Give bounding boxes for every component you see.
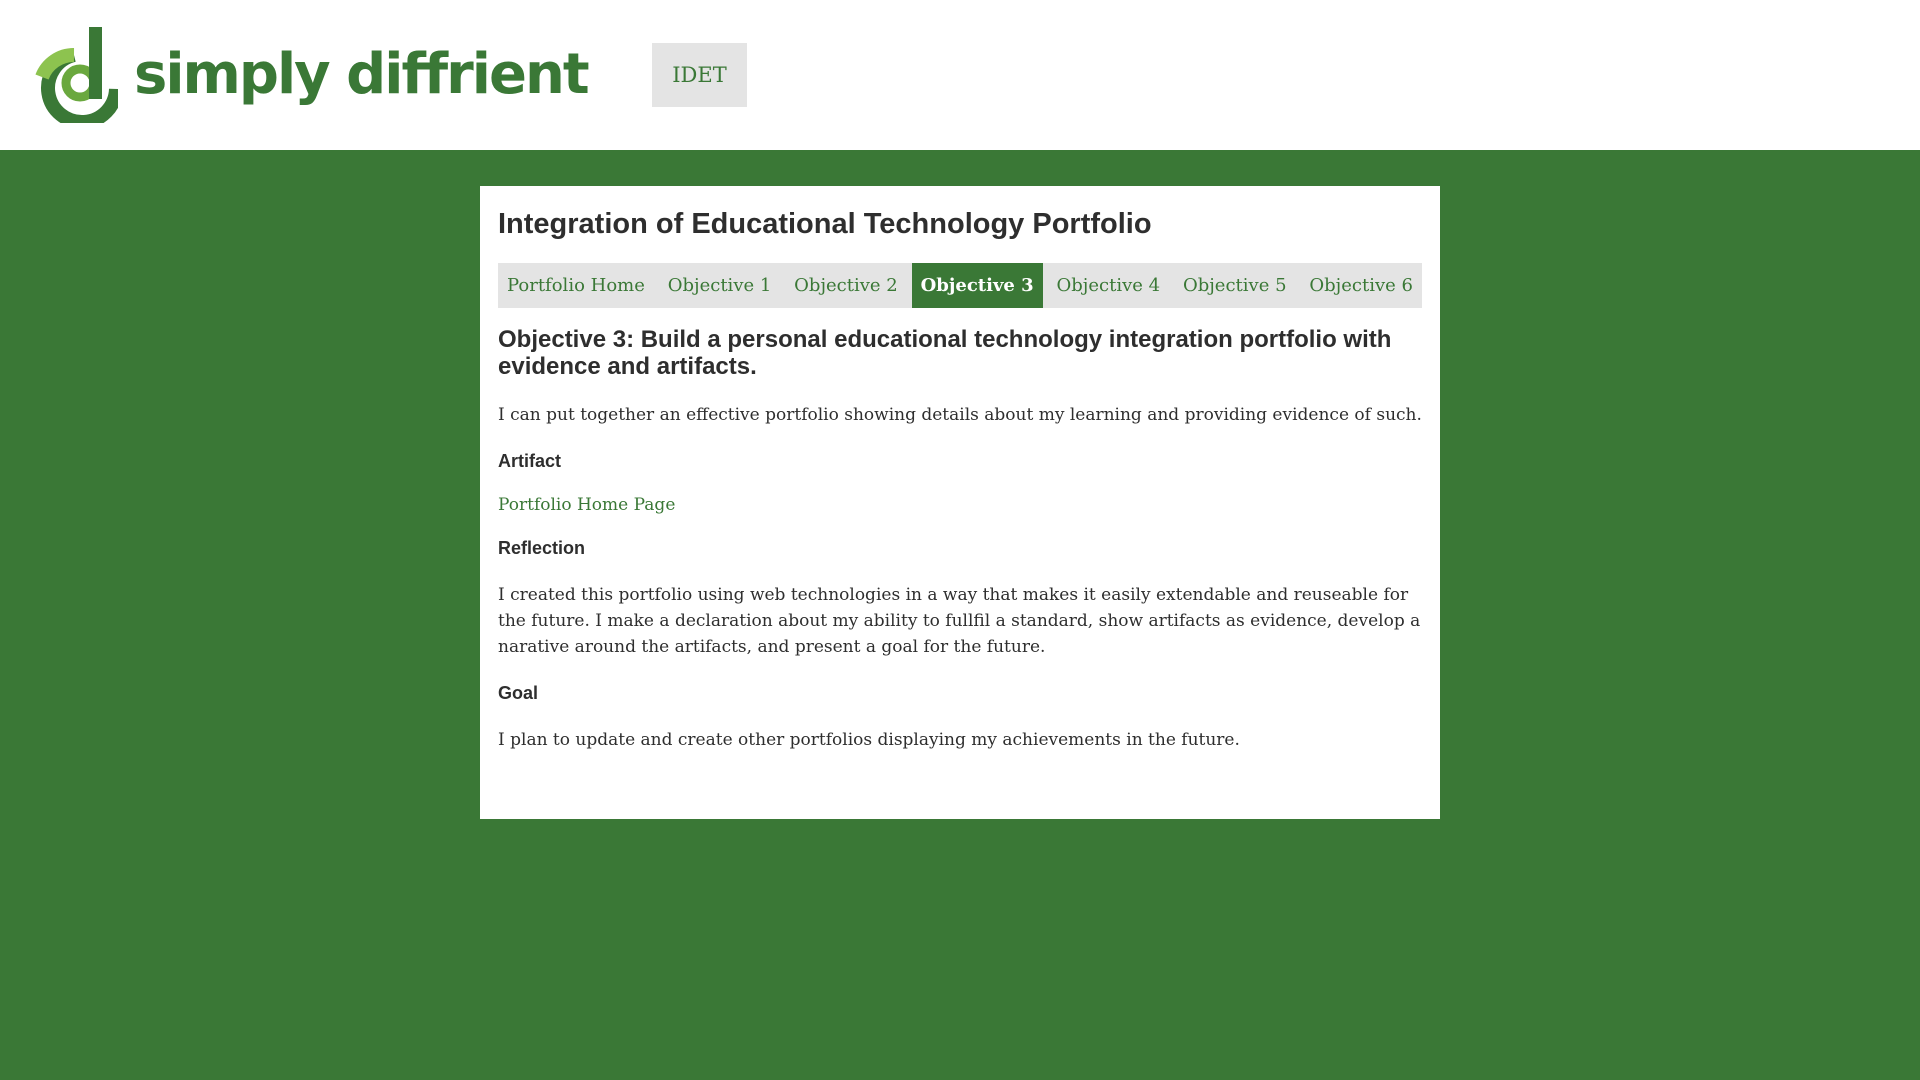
- tab-objective-2[interactable]: Objective 2: [785, 263, 907, 308]
- idet-button[interactable]: IDET: [652, 43, 747, 107]
- goal-heading: Goal: [498, 683, 539, 703]
- tab-objective-3[interactable]: Objective 3: [911, 263, 1043, 308]
- objective-heading: Objective 3: Build a personal educationa…: [498, 326, 1392, 380]
- portfolio-tabs: Portfolio Home Objective 1 Objective 2 O…: [498, 263, 1422, 308]
- artifact-link[interactable]: Portfolio Home Page: [498, 495, 675, 515]
- tab-objective-6[interactable]: Objective 6: [1300, 263, 1422, 308]
- objective-intro: I can put together an effective portfoli…: [498, 405, 1422, 425]
- logo-text: simply diffrient: [134, 41, 590, 107]
- goal-text: I plan to update and create other portfo…: [498, 730, 1240, 750]
- reflection-heading: Reflection: [498, 538, 586, 558]
- reflection-text: I created this portfolio using web techn…: [498, 585, 1421, 657]
- d-logo-icon: [35, 27, 118, 123]
- portfolio-card: Integration of Educational Technology Po…: [480, 186, 1440, 819]
- artifact-heading: Artifact: [498, 451, 562, 471]
- tab-objective-5[interactable]: Objective 5: [1174, 263, 1296, 308]
- tab-portfolio-home[interactable]: Portfolio Home: [498, 263, 654, 308]
- tab-objective-1[interactable]: Objective 1: [659, 263, 781, 308]
- tab-objective-4[interactable]: Objective 4: [1048, 263, 1170, 308]
- page-title: Integration of Educational Technology Po…: [498, 208, 1152, 240]
- site-header: simply diffrient IDET: [0, 0, 1920, 150]
- site-logo-link[interactable]: simply diffrient: [34, 25, 590, 125]
